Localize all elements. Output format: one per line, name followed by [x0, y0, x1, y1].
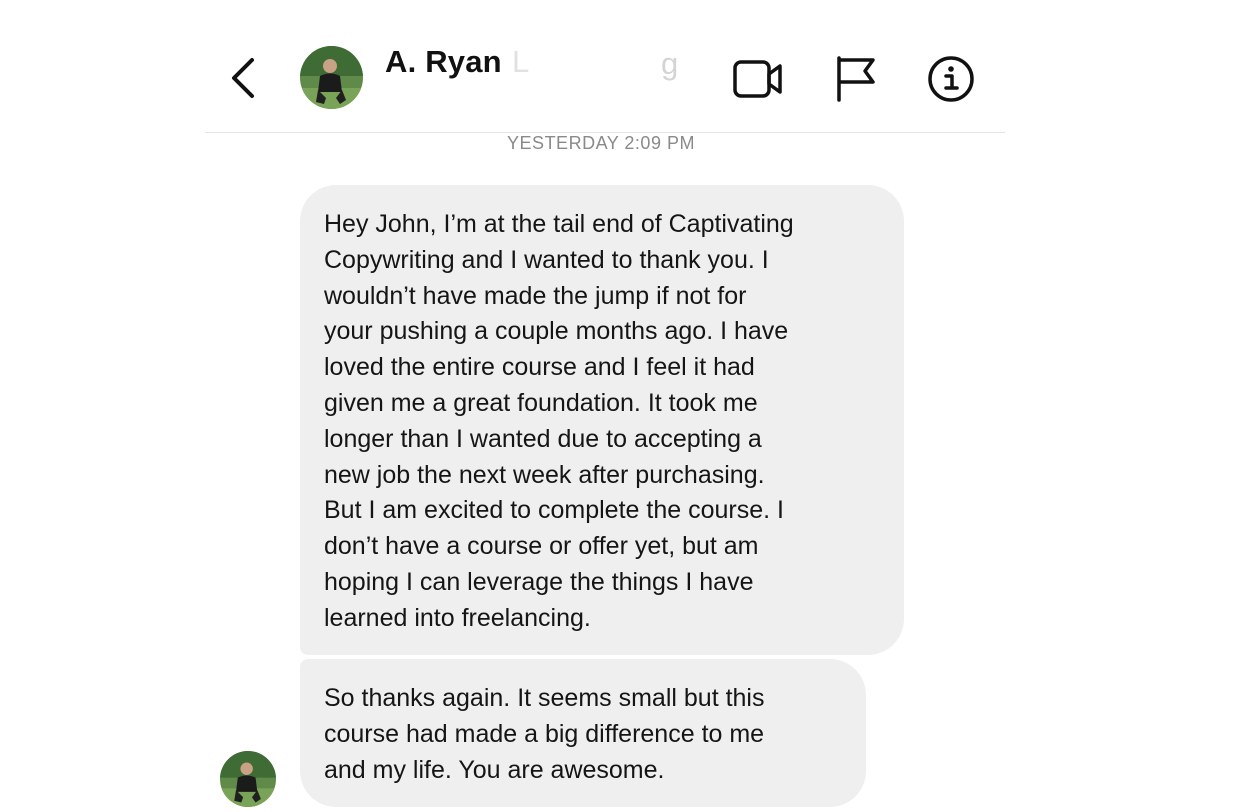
info-icon: [928, 56, 974, 102]
message-text-line: your pushing a couple months ago. I have: [324, 317, 789, 346]
conversation-info-button[interactable]: [925, 54, 977, 104]
message-timestamp: YESTERDAY 2:09 PM: [507, 133, 695, 153]
message-text-line: and my life. You are awesome.: [324, 755, 665, 784]
dm-conversation-screen: A. Ryan L g YESTERDAY 2:09 PM Hey John, …: [0, 0, 1242, 812]
sender-avatar[interactable]: [220, 751, 276, 807]
name-fragment: L: [512, 44, 530, 79]
message-text-line: course had made a big difference to me: [324, 719, 765, 748]
contact-name[interactable]: A. Ryan: [385, 44, 502, 80]
chevron-left-icon: [232, 58, 254, 98]
video-call-button[interactable]: [731, 54, 783, 104]
message-text-line: But I am excited to complete the course.…: [324, 496, 784, 525]
message-text-line: loved the entire course and I feel it ha…: [324, 353, 755, 382]
message-text-line: wouldn’t have made the jump if not for: [324, 281, 747, 310]
message-text-line: learned into freelancing.: [324, 603, 591, 632]
message-text-line: given me a great foundation. It took me: [324, 388, 758, 417]
report-button[interactable]: [833, 54, 885, 104]
avatar-photo: [220, 751, 276, 807]
message-bubble[interactable]: So thanks again. It seems small but this…: [300, 659, 866, 807]
message-text-line: new job the next week after purchasing.: [324, 460, 765, 489]
message-text-line: So thanks again. It seems small but this: [324, 684, 765, 712]
flag-icon: [837, 56, 875, 102]
contact-avatar[interactable]: [300, 46, 363, 109]
message-text-line: don’t have a course or offer yet, but am: [324, 532, 759, 561]
message-text-line: longer than I wanted due to accepting a: [324, 424, 762, 453]
message-text-line: Copywriting and I wanted to thank you. I: [324, 245, 769, 274]
message-bubble[interactable]: Hey John, I’m at the tail end of Captiva…: [300, 185, 904, 655]
back-button[interactable]: [222, 52, 266, 104]
message-text-line: Hey John, I’m at the tail end of Captiva…: [324, 210, 794, 238]
avatar-photo: [300, 46, 363, 109]
video-camera-icon: [733, 60, 782, 98]
message-text-line: hoping I can leverage the things I have: [324, 567, 754, 596]
name-fragment-tail: g: [661, 46, 679, 81]
